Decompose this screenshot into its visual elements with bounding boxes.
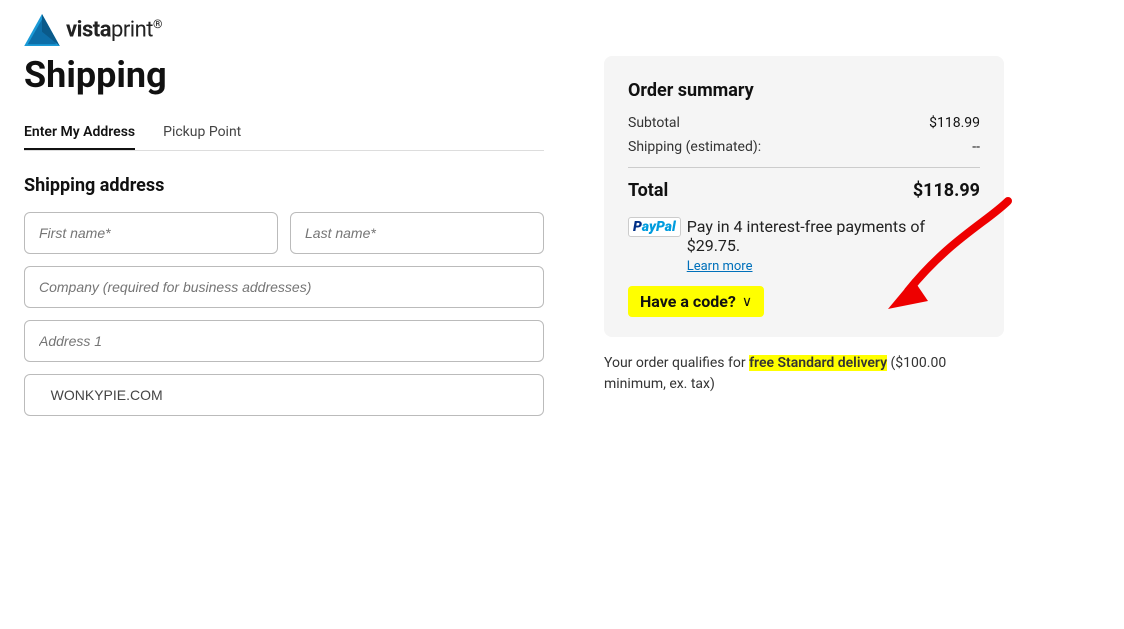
paypal-section: P ayPal Pay in 4 interest-free payments … — [628, 217, 980, 274]
right-column: Order summary Subtotal $118.99 Shipping … — [584, 56, 1004, 428]
left-column: Shipping Enter My Address Pickup Point S… — [24, 56, 584, 428]
name-row — [24, 212, 544, 254]
have-a-code-row: Have a code? ∨ — [628, 286, 980, 317]
company-input[interactable] — [24, 266, 544, 308]
page-title: Shipping — [24, 56, 544, 96]
company-row — [24, 266, 544, 308]
logo: vistaprint® — [24, 14, 1100, 46]
have-a-code-label: Have a code? — [640, 292, 736, 311]
paypal-logo: P ayPal — [628, 217, 681, 237]
total-label: Total — [628, 180, 668, 201]
subtotal-value: $118.99 — [929, 115, 980, 131]
order-summary-box: Order summary Subtotal $118.99 Shipping … — [604, 56, 1004, 337]
paypal-ay-icon: ayPal — [642, 219, 676, 235]
shipping-tabs: Enter My Address Pickup Point — [24, 116, 544, 151]
address2-row — [24, 374, 544, 416]
summary-divider — [628, 167, 980, 168]
chevron-down-icon: ∨ — [742, 294, 752, 310]
shipping-address-title: Shipping address — [24, 175, 544, 196]
total-row: Total $118.99 — [628, 180, 980, 201]
shipping-row: Shipping (estimated): -- — [628, 139, 980, 155]
paypal-p-icon: P — [633, 219, 642, 235]
address2-input[interactable] — [24, 374, 544, 416]
tab-pickup-point[interactable]: Pickup Point — [163, 116, 241, 150]
free-delivery-notice: Your order qualifies for free Standard d… — [604, 353, 1004, 395]
paypal-description: Pay in 4 interest-free payments of $29.7… — [687, 217, 925, 255]
learn-more-link[interactable]: Learn more — [687, 259, 753, 274]
subtotal-row: Subtotal $118.99 — [628, 115, 980, 131]
logo-text: vistaprint® — [66, 17, 162, 42]
free-delivery-highlight: free Standard delivery — [749, 355, 887, 371]
have-a-code-button[interactable]: Have a code? ∨ — [628, 286, 764, 317]
address1-row — [24, 320, 544, 362]
order-summary-title: Order summary — [628, 80, 980, 101]
tab-enter-my-address[interactable]: Enter My Address — [24, 116, 135, 150]
first-name-input[interactable] — [24, 212, 278, 254]
paypal-text-block: Pay in 4 interest-free payments of $29.7… — [687, 217, 980, 274]
header: vistaprint® — [0, 0, 1124, 56]
shipping-address-section: Shipping address — [24, 175, 544, 416]
free-delivery-text-before: Your order qualifies for — [604, 355, 749, 371]
shipping-value: -- — [972, 139, 980, 155]
address1-input[interactable] — [24, 320, 544, 362]
subtotal-label: Subtotal — [628, 115, 680, 131]
logo-icon — [24, 14, 60, 46]
shipping-label: Shipping (estimated): — [628, 139, 761, 155]
last-name-input[interactable] — [290, 212, 544, 254]
total-value: $118.99 — [913, 180, 980, 201]
